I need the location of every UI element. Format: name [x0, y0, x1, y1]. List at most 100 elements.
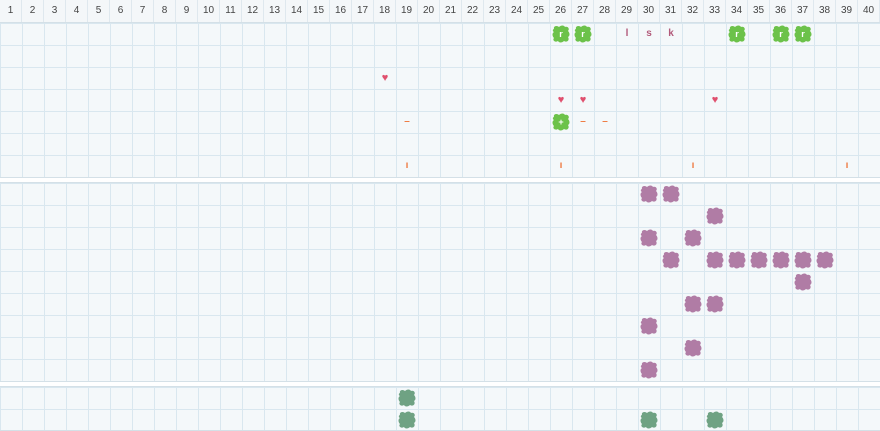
- column-number[interactable]: 10: [198, 0, 220, 22]
- teal_green-note-blob[interactable]: [396, 409, 418, 431]
- tick-marker-cell[interactable]: ı: [396, 155, 418, 177]
- pattern-track-3[interactable]: [0, 386, 880, 431]
- column-number[interactable]: 33: [704, 0, 726, 22]
- letter-marker-cell[interactable]: k: [660, 23, 682, 45]
- heart-icon-cell[interactable]: ♥: [572, 89, 594, 111]
- column-number[interactable]: 28: [594, 0, 616, 22]
- column-number[interactable]: 24: [506, 0, 528, 22]
- blob-shape-icon: [640, 317, 658, 335]
- column-number[interactable]: 40: [858, 0, 880, 22]
- column-number[interactable]: 14: [286, 0, 308, 22]
- blob-shape-icon: [750, 251, 768, 269]
- tick-marker-cell[interactable]: ı: [682, 155, 704, 177]
- blob-shape-icon: [728, 251, 746, 269]
- column-number[interactable]: 12: [242, 0, 264, 22]
- purple-note-blob[interactable]: [660, 183, 682, 205]
- purple-note-blob[interactable]: [638, 315, 660, 337]
- purple-note-blob[interactable]: [682, 293, 704, 315]
- purple-note-blob[interactable]: [638, 183, 660, 205]
- green-note-blob[interactable]: r: [726, 23, 748, 45]
- column-number[interactable]: 13: [264, 0, 286, 22]
- column-number[interactable]: 17: [352, 0, 374, 22]
- column-number[interactable]: 1: [0, 0, 22, 22]
- blob-shape-icon: [794, 273, 812, 291]
- blob-shape-icon: [706, 251, 724, 269]
- column-number[interactable]: 31: [660, 0, 682, 22]
- column-number[interactable]: 27: [572, 0, 594, 22]
- purple-note-blob[interactable]: [792, 249, 814, 271]
- dash-marker-cell[interactable]: –: [396, 111, 418, 133]
- tick-marker: ı: [405, 160, 409, 171]
- teal_green-note-blob[interactable]: [396, 387, 418, 409]
- column-number[interactable]: 6: [110, 0, 132, 22]
- column-number[interactable]: 38: [814, 0, 836, 22]
- tick-marker-cell[interactable]: ı: [836, 155, 858, 177]
- column-number[interactable]: 15: [308, 0, 330, 22]
- pattern-track-2[interactable]: [0, 182, 880, 382]
- blob-shape-icon: [772, 251, 790, 269]
- purple-note-blob[interactable]: [726, 249, 748, 271]
- green-note-blob[interactable]: r: [792, 23, 814, 45]
- column-number[interactable]: 32: [682, 0, 704, 22]
- column-number[interactable]: 4: [66, 0, 88, 22]
- column-number[interactable]: 37: [792, 0, 814, 22]
- letter-marker: l: [625, 28, 629, 39]
- heart-icon: ♥: [711, 94, 719, 106]
- blob-shape-icon: [640, 361, 658, 379]
- blob-shape-icon: [816, 251, 834, 269]
- blob-mark: r: [735, 29, 739, 39]
- column-number[interactable]: 3: [44, 0, 66, 22]
- column-number[interactable]: 23: [484, 0, 506, 22]
- letter-marker-cell[interactable]: s: [638, 23, 660, 45]
- heart-icon-cell[interactable]: ♥: [704, 89, 726, 111]
- tick-marker-cell[interactable]: ı: [550, 155, 572, 177]
- purple-note-blob[interactable]: [704, 205, 726, 227]
- column-number[interactable]: 29: [616, 0, 638, 22]
- column-number[interactable]: 35: [748, 0, 770, 22]
- teal_green-note-blob[interactable]: [704, 409, 726, 431]
- purple-note-blob[interactable]: [638, 359, 660, 381]
- column-number[interactable]: 16: [330, 0, 352, 22]
- column-number[interactable]: 30: [638, 0, 660, 22]
- purple-note-blob[interactable]: [814, 249, 836, 271]
- column-number[interactable]: 9: [176, 0, 198, 22]
- column-number[interactable]: 11: [220, 0, 242, 22]
- column-number[interactable]: 34: [726, 0, 748, 22]
- green-note-blob[interactable]: r: [770, 23, 792, 45]
- heart-icon-cell[interactable]: ♥: [550, 89, 572, 111]
- column-number[interactable]: 39: [836, 0, 858, 22]
- purple-note-blob[interactable]: [638, 227, 660, 249]
- dash-marker-cell[interactable]: –: [572, 111, 594, 133]
- column-number[interactable]: 22: [462, 0, 484, 22]
- purple-note-blob[interactable]: [660, 249, 682, 271]
- heart-icon-cell[interactable]: ♥: [374, 67, 396, 89]
- letter-marker: s: [646, 28, 652, 39]
- letter-marker-cell[interactable]: l: [616, 23, 638, 45]
- purple-note-blob[interactable]: [748, 249, 770, 271]
- column-number[interactable]: 8: [154, 0, 176, 22]
- purple-note-blob[interactable]: [682, 227, 704, 249]
- purple-note-blob[interactable]: [682, 337, 704, 359]
- dash-marker-cell[interactable]: –: [594, 111, 616, 133]
- purple-note-blob[interactable]: [704, 249, 726, 271]
- column-number[interactable]: 18: [374, 0, 396, 22]
- green-note-blob[interactable]: +: [550, 111, 572, 133]
- purple-note-blob[interactable]: [704, 293, 726, 315]
- pattern-track-1[interactable]: r r l s k r r r ♥ ♥ ♥ ♥ – + – – ı ı ı ı: [0, 22, 880, 178]
- column-number[interactable]: 7: [132, 0, 154, 22]
- column-number[interactable]: 25: [528, 0, 550, 22]
- column-number[interactable]: 21: [440, 0, 462, 22]
- tick-marker: ı: [559, 160, 563, 171]
- green-note-blob[interactable]: r: [550, 23, 572, 45]
- column-number[interactable]: 5: [88, 0, 110, 22]
- column-number[interactable]: 19: [396, 0, 418, 22]
- column-number[interactable]: 26: [550, 0, 572, 22]
- blob-mark: +: [558, 117, 564, 127]
- green-note-blob[interactable]: r: [572, 23, 594, 45]
- column-number[interactable]: 2: [22, 0, 44, 22]
- column-number[interactable]: 36: [770, 0, 792, 22]
- purple-note-blob[interactable]: [770, 249, 792, 271]
- purple-note-blob[interactable]: [792, 271, 814, 293]
- teal_green-note-blob[interactable]: [638, 409, 660, 431]
- column-number[interactable]: 20: [418, 0, 440, 22]
